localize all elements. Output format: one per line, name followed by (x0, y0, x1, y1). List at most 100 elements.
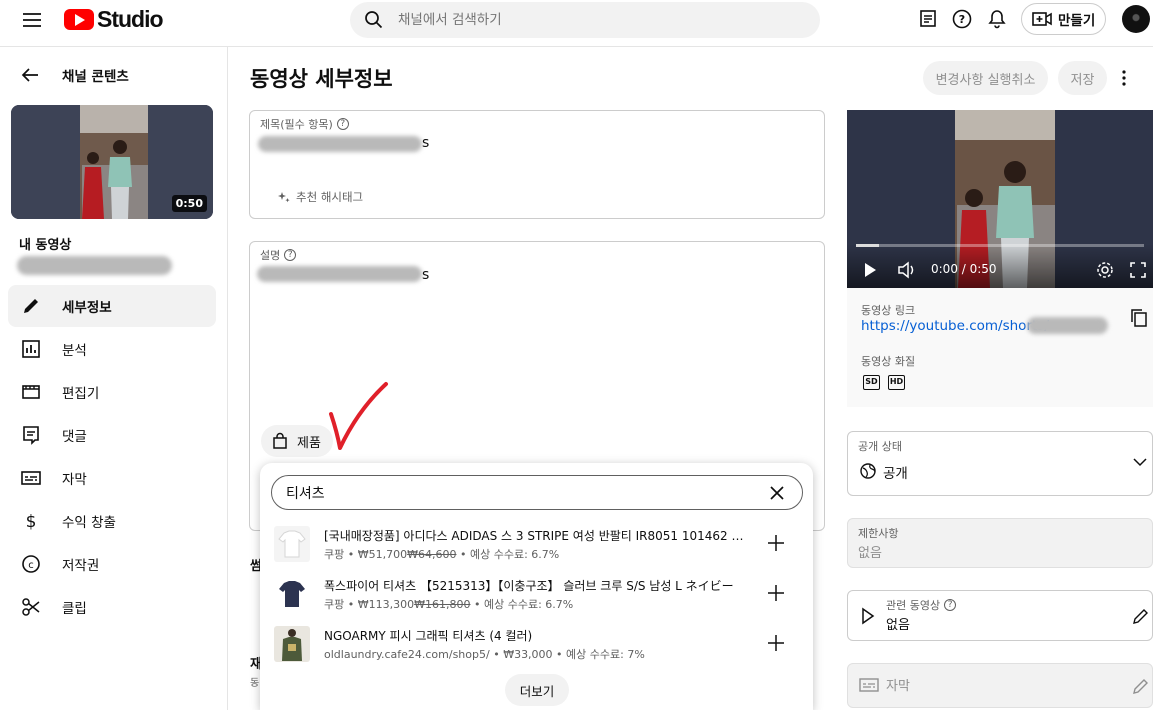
restrictions-label: 제한사항 (858, 527, 899, 540)
product-name: NGOARMY 피시 그래픽 티셔츠 (4 컬러) (324, 629, 533, 643)
description-value-suffix: s (422, 267, 430, 283)
notifications-icon[interactable] (986, 8, 1008, 30)
help-icon[interactable]: ? (951, 8, 973, 30)
sidebar-item-label: 세부정보 (62, 300, 112, 316)
sidebar-item-copyright[interactable]: c 저작권 (8, 543, 216, 585)
sidebar-item-label: 저작권 (62, 558, 100, 574)
title-value-suffix: s (422, 135, 430, 151)
redacted-title-text (258, 136, 422, 152)
add-product-icon[interactable] (765, 632, 787, 654)
search-bar[interactable] (350, 2, 820, 38)
show-more-button[interactable]: 더보기 (505, 674, 569, 706)
sidebar-item-monetization[interactable]: $ 수익 창출 (8, 500, 216, 542)
subtitles-value: 자막 (886, 679, 910, 694)
subtitles-icon (859, 677, 879, 693)
product-search-query[interactable]: 티셔츠 (286, 483, 768, 503)
sidebar: 채널 콘텐츠 0:50 내 동영상 세부정보 분석 편집기 댓글 자막 $ 수익… (0, 47, 228, 710)
clear-search-icon[interactable] (768, 484, 786, 502)
edit-pencil-icon[interactable] (1132, 607, 1150, 625)
video-link[interactable]: https://youtube.com/shorts/ (861, 318, 1049, 334)
product-result[interactable]: [국내매장정품] 아디다스 ADIDAS 스 3 STRIPE 여성 반팔티 I… (273, 526, 803, 570)
playlist-sub-partial: 동 (250, 678, 260, 689)
top-bar: Studio ? 만들기 (0, 0, 1153, 47)
video-preview-card: 0:00 / 0:50 동영상 링크 https://youtube.com/s… (847, 110, 1153, 407)
add-product-icon[interactable] (765, 582, 787, 604)
avatar[interactable] (1122, 5, 1150, 33)
undo-changes-button[interactable]: 변경사항 실행취소 (923, 61, 1048, 95)
redacted-video-id (1027, 317, 1108, 334)
hashtag-label: 추천 해시태그 (296, 190, 364, 204)
title-field-label: 제목(필수 항목) ? (260, 116, 349, 132)
more-options-icon[interactable] (1115, 68, 1133, 88)
video-thumbnail[interactable]: 0:50 (11, 105, 213, 219)
video-player[interactable]: 0:00 / 0:50 (847, 110, 1153, 288)
fullscreen-icon[interactable] (1129, 261, 1147, 279)
feedback-icon[interactable] (917, 8, 939, 30)
product-commission: 예상 수수료: 6.7% (483, 598, 574, 611)
products-button[interactable]: 제품 (261, 425, 333, 457)
sidebar-item-subtitles[interactable]: 자막 (8, 457, 216, 499)
back-arrow-icon[interactable] (20, 65, 40, 85)
visibility-value: 공개 (883, 466, 908, 482)
play-icon[interactable] (863, 262, 877, 278)
product-result[interactable]: NGOARMY 피시 그래픽 티셔츠 (4 컬러) oldlaundry.caf… (273, 626, 803, 670)
shopping-bag-icon (271, 432, 289, 450)
help-icon[interactable]: ? (336, 118, 349, 130)
description-field-label: 설명 ? (260, 247, 297, 263)
globe-icon (859, 462, 877, 480)
dollar-icon: $ (20, 510, 42, 532)
sidebar-item-label: 편집기 (62, 386, 100, 402)
search-input[interactable] (398, 12, 778, 28)
page-title: 동영상 세부정보 (250, 67, 393, 91)
pencil-icon (20, 295, 42, 317)
product-commission: 예상 수수료: 6.7% (469, 548, 560, 561)
product-price: ₩113,300 (357, 598, 415, 611)
help-icon[interactable]: ? (284, 249, 297, 261)
sidebar-item-clips[interactable]: 클립 (8, 586, 216, 628)
sidebar-item-analytics[interactable]: 분석 (8, 328, 216, 370)
copy-icon[interactable] (1130, 308, 1148, 328)
product-image-white-tshirt (274, 526, 310, 562)
menu-icon[interactable] (20, 8, 44, 32)
sidebar-item-label: 수익 창출 (62, 515, 116, 531)
redacted-video-title (17, 256, 172, 275)
help-icon[interactable]: ? (944, 599, 957, 611)
sd-quality-badge: SD (863, 375, 880, 390)
product-price: ₩33,000 (503, 648, 553, 661)
settings-gear-icon[interactable] (1095, 260, 1115, 280)
back-label: 채널 콘텐츠 (62, 69, 129, 85)
subtitles-icon (20, 467, 42, 489)
sidebar-item-details[interactable]: 세부정보 (8, 285, 216, 327)
sidebar-item-label: 댓글 (62, 429, 87, 445)
sparkle-icon (277, 190, 291, 204)
add-video-icon (1032, 10, 1052, 28)
search-icon[interactable] (364, 10, 384, 30)
suggested-hashtags-button[interactable]: 추천 해시태그 (277, 189, 363, 205)
sidebar-item-comments[interactable]: 댓글 (8, 414, 216, 456)
back-to-channel-content[interactable]: 채널 콘텐츠 (20, 65, 129, 85)
related-video-field[interactable]: 관련 동영상 ? 없음 (847, 590, 1153, 641)
save-button[interactable]: 저장 (1058, 61, 1107, 95)
product-name: 폭스파이어 티셔츠 【5215313】【이충구조】 슬러브 크루 S/S 남성 … (324, 579, 734, 593)
product-search-dropdown: 티셔츠 [국내매장정품] 아디다스 ADIDAS 스 3 STRIPE 여성 반… (260, 463, 813, 710)
play-outline-icon (861, 607, 875, 625)
studio-logo[interactable]: Studio (64, 6, 164, 32)
product-store: oldlaundry.cafe24.com/shop5/ (324, 648, 490, 661)
visibility-select[interactable]: 공개 상태 공개 (847, 431, 1153, 496)
add-product-icon[interactable] (765, 532, 787, 554)
svg-text:c: c (28, 560, 34, 571)
sidebar-item-editor[interactable]: 편집기 (8, 371, 216, 413)
product-image-navy-tshirt (274, 576, 310, 612)
playback-progress[interactable] (856, 244, 1144, 247)
volume-icon[interactable] (897, 261, 917, 279)
analytics-icon (20, 338, 42, 360)
create-button[interactable]: 만들기 (1021, 3, 1106, 35)
subtitles-field: 자막 (847, 663, 1153, 708)
sidebar-item-label: 클립 (62, 601, 87, 617)
product-search-input[interactable]: 티셔츠 (271, 475, 803, 510)
visibility-label: 공개 상태 (858, 440, 902, 453)
redacted-description-text (257, 266, 422, 282)
product-store: 쿠팡 (324, 598, 345, 611)
product-result[interactable]: 폭스파이어 티셔츠 【5215313】【이충구조】 슬러브 크루 S/S 남성 … (273, 576, 803, 620)
chevron-down-icon[interactable] (1133, 457, 1147, 467)
